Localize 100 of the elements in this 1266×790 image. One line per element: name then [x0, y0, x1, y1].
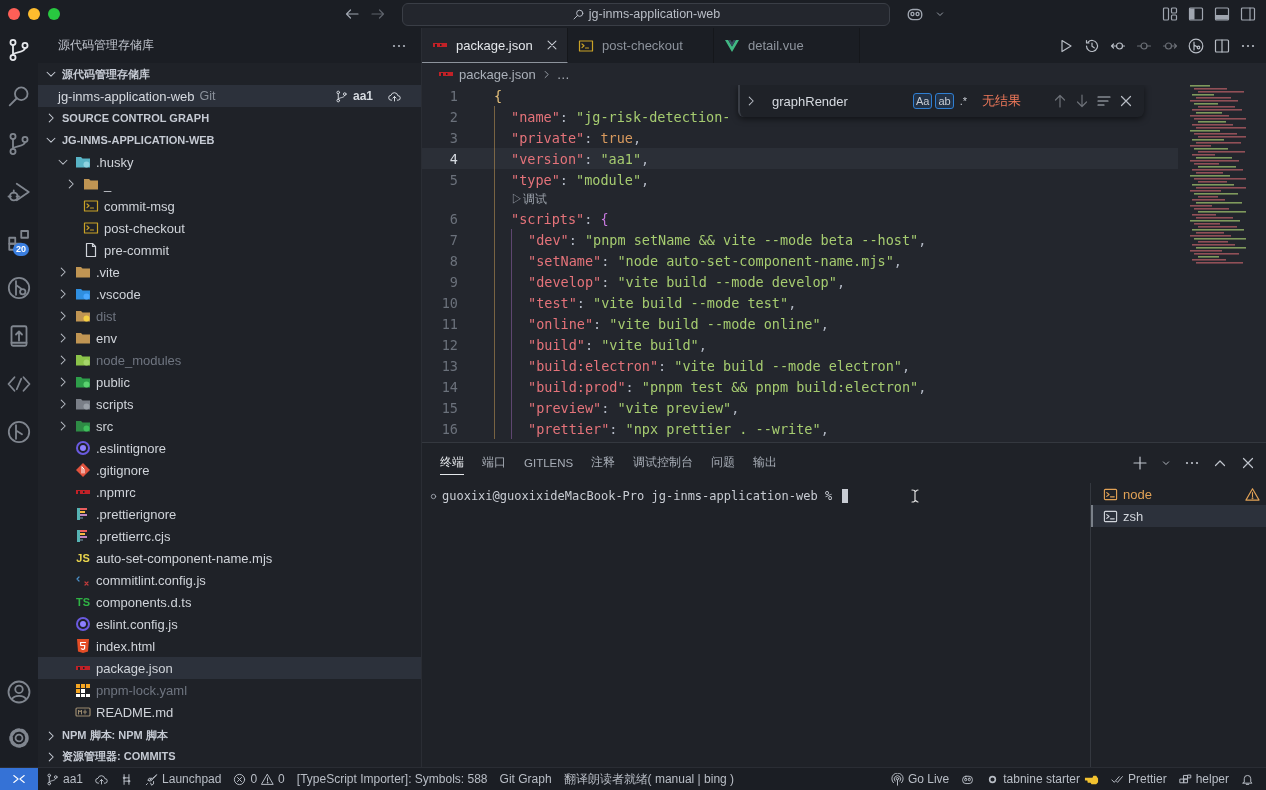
panel-tab[interactable]: 注释: [591, 451, 616, 475]
command-center-search[interactable]: jg-inms-application-web: [402, 2, 890, 26]
terminal-list-item[interactable]: zsh: [1091, 505, 1266, 527]
repository-row[interactable]: jg-inms-application-web Git aa1: [38, 85, 421, 107]
window-minimize-button[interactable]: [28, 8, 40, 20]
toggle-secondary-sidebar-icon[interactable]: [1240, 6, 1256, 22]
status-item[interactable]: aa1: [46, 772, 84, 786]
status-item[interactable]: 翻译朗读者就绪( manual | bing ): [563, 770, 735, 788]
file-tree-item[interactable]: .eslintignore: [38, 437, 421, 459]
history-icon[interactable]: [1084, 37, 1100, 54]
file-tree-item[interactable]: node_modules: [38, 349, 421, 371]
file-tree-item[interactable]: post-checkout: [38, 217, 421, 239]
source-control-icon: [7, 38, 31, 62]
file-tree-item[interactable]: package.json: [38, 657, 421, 679]
section-header[interactable]: 源代码管理存储库: [38, 63, 421, 85]
file-tree-item[interactable]: .npmrc: [38, 481, 421, 503]
file-tree-item[interactable]: scripts: [38, 393, 421, 415]
publish-icon[interactable]: [388, 89, 401, 103]
toggle-sidebar-icon[interactable]: [1188, 6, 1204, 22]
editor-tab[interactable]: post-checkout: [568, 28, 714, 63]
status-item[interactable]: tabnine starter: [986, 771, 1099, 787]
previous-match-icon[interactable]: [1052, 93, 1068, 109]
file-tree-item[interactable]: TS components.d.ts: [38, 591, 421, 613]
file-tree-item[interactable]: public: [38, 371, 421, 393]
terminal-icon: [1103, 486, 1118, 502]
next-match-icon[interactable]: [1074, 93, 1090, 109]
file-tree-item[interactable]: .vite: [38, 261, 421, 283]
close-icon[interactable]: [1240, 455, 1256, 471]
section-header[interactable]: NPM 脚本: NPM 脚本: [38, 725, 421, 746]
run-icon[interactable]: [1058, 37, 1074, 54]
codelens-link[interactable]: ▷调试: [511, 190, 547, 208]
status-item[interactable]: Git Graph: [499, 772, 552, 786]
section-header[interactable]: 资源管理器: COMMITS: [38, 746, 421, 767]
code-line: {: [494, 87, 503, 104]
file-tree-item[interactable]: JS auto-set-component-name.mjs: [38, 547, 421, 569]
folder-icon: [75, 396, 91, 412]
panel-tab[interactable]: 端口: [482, 451, 506, 475]
file-tree-item[interactable]: eslint.config.js: [38, 613, 421, 635]
code-line: "private": true,: [511, 129, 642, 146]
back-icon[interactable]: [344, 6, 360, 22]
settings-icon[interactable]: [7, 726, 31, 750]
close-icon[interactable]: [1118, 93, 1134, 109]
panel-tab[interactable]: 输出: [753, 451, 778, 475]
status-item[interactable]: Prettier: [1110, 772, 1167, 786]
file-tree-item[interactable]: pre-commit: [38, 239, 421, 261]
editor-tab[interactable]: package.json: [422, 28, 568, 63]
status-item[interactable]: Go Live: [890, 772, 950, 786]
breadcrumb-item[interactable]: package.json: [459, 66, 536, 82]
file-tree-item[interactable]: README.md: [38, 701, 421, 723]
file-tree-item[interactable]: .vscode: [38, 283, 421, 305]
file-tree-item[interactable]: .gitignore: [38, 459, 421, 481]
folder-icon: [75, 286, 91, 302]
file-tree-item[interactable]: .prettierignore: [38, 503, 421, 525]
section-header[interactable]: JG-INMS-APPLICATION-WEB: [38, 129, 421, 151]
file-tree-item[interactable]: _: [38, 173, 421, 195]
editor-tab[interactable]: detail.vue: [714, 28, 860, 63]
line-number: 5: [449, 171, 458, 188]
panel-tab[interactable]: 问题: [711, 451, 736, 475]
layout-icon[interactable]: [1162, 6, 1178, 22]
find-field[interactable]: graphRender Aa ab .*: [764, 89, 970, 113]
terminal-list-item[interactable]: node: [1091, 483, 1266, 505]
problems-indicator[interactable]: 0 0: [233, 772, 285, 786]
file-tree-item[interactable]: .husky: [38, 151, 421, 173]
file-tree-item[interactable]: .prettierrc.cjs: [38, 525, 421, 547]
remote-indicator[interactable]: [0, 768, 38, 790]
file-tree-item[interactable]: dist: [38, 305, 421, 327]
file-tree-item[interactable]: commit-msg: [38, 195, 421, 217]
find-option-toggle[interactable]: ab: [935, 93, 954, 109]
branch-name[interactable]: aa1: [352, 89, 373, 103]
find-option-toggle[interactable]: Aa: [912, 93, 933, 109]
section-header[interactable]: SOURCE CONTROL GRAPH: [38, 107, 421, 129]
line-number: 2: [449, 108, 458, 125]
branch-icon: [7, 132, 31, 156]
panel-tab[interactable]: 终端: [440, 451, 464, 475]
terminal-cursor: [842, 489, 849, 503]
split-editor-icon[interactable]: [1214, 37, 1230, 54]
activity-bar-item[interactable]: 20: [0, 216, 38, 264]
status-item[interactable]: [TypeScript Importer]: Symbols: 588: [296, 772, 488, 786]
file-tree-item[interactable]: commitlint.config.js: [38, 569, 421, 591]
find-in-selection-icon[interactable]: [1096, 93, 1112, 109]
line-number: 9: [449, 273, 458, 290]
file-icon: [75, 704, 91, 720]
file-tree-item[interactable]: pnpm-lock.yaml: [38, 679, 421, 701]
window-zoom-button[interactable]: [48, 8, 60, 20]
file-tree-item[interactable]: src: [38, 415, 421, 437]
window-close-button[interactable]: [8, 8, 20, 20]
account-icon[interactable]: [7, 680, 31, 704]
status-item[interactable]: helper: [1178, 772, 1229, 786]
folder-icon: [83, 176, 99, 192]
new-terminal-icon[interactable]: [1132, 455, 1148, 471]
panel-tab[interactable]: 调试控制台: [633, 451, 694, 475]
close-icon[interactable]: [545, 38, 559, 52]
line-number: 8: [449, 252, 458, 269]
breadcrumb-item[interactable]: …: [556, 66, 570, 82]
panel-tab[interactable]: GITLENS: [524, 452, 574, 474]
find-option-toggle[interactable]: .*: [956, 93, 970, 109]
file-tree-item[interactable]: index.html: [38, 635, 421, 657]
toggle-panel-icon[interactable]: [1214, 6, 1230, 22]
file-tree-item[interactable]: env: [38, 327, 421, 349]
status-item[interactable]: Launchpad: [145, 772, 222, 786]
